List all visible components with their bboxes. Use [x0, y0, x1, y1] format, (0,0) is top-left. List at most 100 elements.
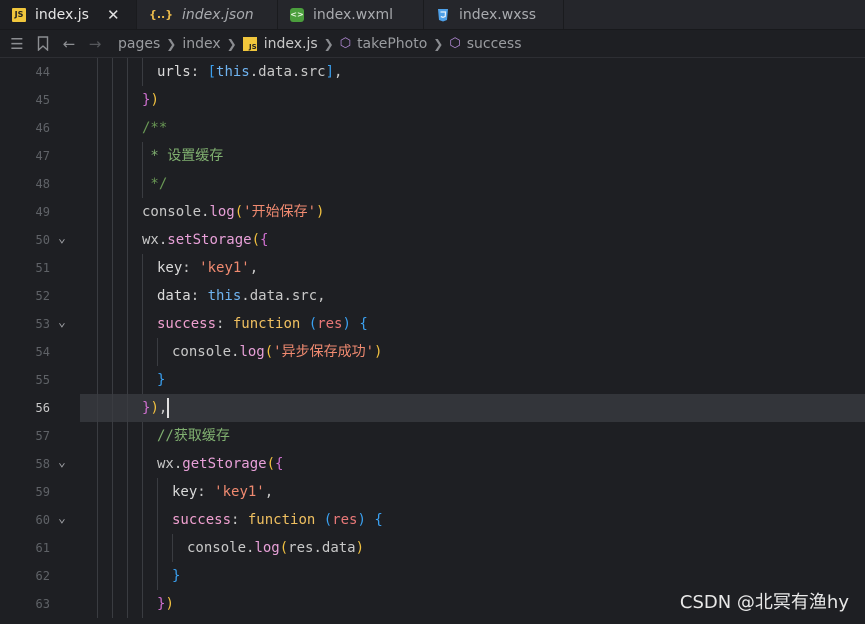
indent-guide — [127, 590, 128, 618]
code-text: urls: [this.data.src], — [157, 64, 343, 80]
indent-guide — [142, 562, 143, 590]
indent-guide — [112, 142, 113, 170]
indent-guide — [142, 338, 143, 366]
indent-guide — [172, 534, 173, 562]
indent-guide — [142, 478, 143, 506]
line-number: 47 — [35, 149, 50, 163]
forward-arrow-icon[interactable]: → — [82, 35, 108, 53]
css-file-icon — [436, 8, 450, 22]
code-text: } — [157, 372, 166, 388]
indent-guide — [142, 254, 143, 282]
indent-guide — [142, 310, 143, 338]
method-cube-icon: ⬡ — [339, 36, 352, 51]
code-line[interactable]: 46 /** — [0, 114, 865, 142]
breadcrumb-item[interactable]: pages — [118, 36, 160, 52]
code-text: success: function (res) { — [172, 512, 383, 528]
code-line[interactable]: 44 urls: [this.data.src], — [0, 58, 865, 86]
indent-guide — [142, 590, 143, 618]
close-icon[interactable]: ✕ — [107, 6, 120, 24]
code-line[interactable]: 52 data: this.data.src, — [0, 282, 865, 310]
chevron-right-icon: ❯ — [226, 36, 237, 51]
tab-label: index.js — [35, 6, 89, 23]
code-text: } — [172, 568, 181, 584]
code-editor[interactable]: 44 urls: [this.data.src], 45 }) 46 /** 4… — [0, 58, 865, 624]
tab-index-wxss[interactable]: index.wxss — [424, 0, 564, 29]
indent-guide — [157, 562, 158, 590]
indent-guide — [97, 478, 98, 506]
indent-guide — [127, 478, 128, 506]
indent-guide — [97, 282, 98, 310]
line-number: 54 — [35, 345, 50, 359]
indent-guide — [127, 114, 128, 142]
code-line[interactable]: 55 } — [0, 366, 865, 394]
code-line[interactable]: 61 console.log(res.data) — [0, 534, 865, 562]
code-line[interactable]: 53 ⌄ success: function (res) { — [0, 310, 865, 338]
code-line[interactable]: 50 ⌄ wx.setStorage({ — [0, 226, 865, 254]
code-line[interactable]: 49 console.log('开始保存') — [0, 198, 865, 226]
code-line[interactable]: 59 key: 'key1', — [0, 478, 865, 506]
code-text: }) — [142, 92, 159, 108]
indent-guide — [127, 562, 128, 590]
tab-label: index.wxss — [459, 6, 537, 23]
indent-guide — [142, 506, 143, 534]
tab-index-js[interactable]: JS index.js ✕ — [0, 0, 137, 29]
indent-guide — [112, 422, 113, 450]
indent-guide — [97, 170, 98, 198]
indent-guide — [112, 590, 113, 618]
watermark: CSDN @北冥有渔hy — [679, 592, 849, 613]
code-line[interactable]: 51 key: 'key1', — [0, 254, 865, 282]
code-text: key: 'key1', — [172, 484, 274, 500]
code-line-current[interactable]: 56 }), — [0, 394, 865, 422]
indent-guide — [127, 422, 128, 450]
indent-guide — [112, 282, 113, 310]
tab-index-json[interactable]: {..} index.json — [137, 0, 278, 29]
indent-guide — [112, 366, 113, 394]
chevron-down-icon[interactable]: ⌄ — [58, 450, 66, 476]
indent-guide — [97, 86, 98, 114]
line-number: 46 — [35, 121, 50, 135]
code-line[interactable]: 58 ⌄ wx.getStorage({ — [0, 450, 865, 478]
chevron-down-icon[interactable]: ⌄ — [58, 310, 66, 336]
indent-guide — [97, 114, 98, 142]
line-number: 50 — [35, 233, 50, 247]
list-icon[interactable]: ☰ — [4, 35, 30, 53]
indent-guide — [127, 282, 128, 310]
line-number: 59 — [35, 485, 50, 499]
breadcrumb-item[interactable]: success — [467, 36, 522, 52]
code-line[interactable]: 54 console.log('异步保存成功') — [0, 338, 865, 366]
breadcrumb-item[interactable]: index — [182, 36, 220, 52]
bookmark-icon[interactable] — [30, 36, 56, 51]
current-line-highlight — [80, 394, 865, 422]
indent-guide — [97, 450, 98, 478]
breadcrumb-item[interactable]: takePhoto — [357, 36, 427, 52]
indent-guide — [157, 338, 158, 366]
code-line[interactable]: 57 //获取缓存 — [0, 422, 865, 450]
code-text: data: this.data.src, — [157, 288, 326, 304]
code-line[interactable]: 48 */ — [0, 170, 865, 198]
indent-guide — [127, 506, 128, 534]
breadcrumb-item[interactable]: index.js — [264, 36, 318, 52]
line-number: 63 — [35, 597, 50, 611]
chevron-down-icon[interactable]: ⌄ — [58, 506, 66, 532]
indent-guide — [97, 58, 98, 86]
code-line[interactable]: 45 }) — [0, 86, 865, 114]
code-line[interactable]: 47 * 设置缓存 — [0, 142, 865, 170]
indent-guide — [97, 198, 98, 226]
line-number: 62 — [35, 569, 50, 583]
code-line[interactable]: 60 ⌄ success: function (res) { — [0, 506, 865, 534]
code-text: /** — [142, 120, 168, 136]
code-line[interactable]: 62 } — [0, 562, 865, 590]
line-number: 55 — [35, 373, 50, 387]
indent-guide — [127, 58, 128, 86]
back-arrow-icon[interactable]: ← — [56, 35, 82, 53]
indent-guide — [142, 534, 143, 562]
line-number: 53 — [35, 317, 50, 331]
indent-guide — [112, 198, 113, 226]
chevron-down-icon[interactable]: ⌄ — [58, 226, 66, 252]
indent-guide — [127, 310, 128, 338]
breadcrumb: pages ❯ index ❯ JS index.js ❯ ⬡ takePhot… — [118, 36, 521, 52]
tab-label: index.json — [182, 6, 254, 23]
line-number: 45 — [35, 93, 50, 107]
tab-index-wxml[interactable]: <> index.wxml — [278, 0, 424, 29]
indent-guide — [127, 142, 128, 170]
